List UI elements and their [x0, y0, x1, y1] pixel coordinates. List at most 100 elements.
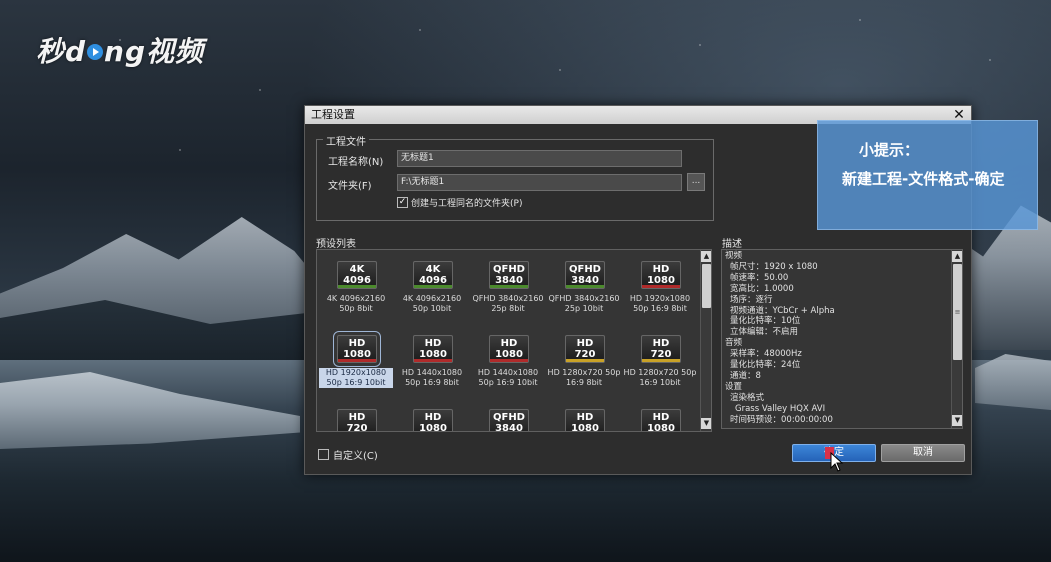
- description-line: Grass Valley HQX AVI: [735, 403, 826, 414]
- desc-scroll-up-icon[interactable]: ▲: [952, 251, 962, 262]
- logo-text-start: 秒d: [36, 35, 87, 68]
- project-file-legend: 工程文件: [323, 133, 369, 148]
- folder-label: 文件夹(F): [328, 181, 372, 192]
- preset-caption-line: HD 1280x720 50p: [623, 368, 697, 377]
- description-line: 场序：逐行: [730, 294, 773, 305]
- preset-item[interactable]: QFHD 3840 QFHD 3840x2160 25p 8bit: [471, 254, 545, 324]
- description-panel: ▲ ≡ ▼ 视频 帧尺寸：1920 x 1080 帧速率：50.00 宽高比：1.00…: [721, 249, 963, 429]
- desc-scroll-thumb[interactable]: ≡: [953, 264, 962, 360]
- preset-icon-top: HD: [652, 338, 670, 349]
- preset-item[interactable]: HD 720 HD 1280x720 50p 16:9 8bit: [547, 328, 621, 398]
- preset-caption: 4K 4096x2160 50p 8bit: [319, 294, 393, 314]
- description-line: 帧尺寸：1920 x 1080: [730, 261, 818, 272]
- preset-format-icon: HD 1080: [641, 409, 681, 432]
- preset-caption-line: 50p 8bit: [339, 304, 373, 313]
- description-line: 渲染格式: [730, 392, 765, 403]
- preset-format-icon: HD 720: [641, 335, 681, 363]
- preset-icon-top: HD: [652, 264, 670, 275]
- preset-item[interactable]: QFHD 3840 QFHD 3840x2160 25p 10bit: [547, 254, 621, 324]
- preset-item[interactable]: HD 720: [319, 402, 393, 432]
- tip-overlay: 小提示： 新建工程-文件格式-确定: [817, 120, 1038, 230]
- preset-icon-top: HD: [652, 412, 670, 423]
- preset-icon-top: QFHD: [568, 264, 601, 275]
- preset-caption: QFHD 3840x2160 25p 10bit: [547, 294, 621, 314]
- preset-color-stripe: [490, 359, 528, 362]
- preset-item[interactable]: HD 1080 HD 1920x1080 50p 16:9 10bit: [319, 328, 393, 398]
- preset-item[interactable]: HD 1080: [395, 402, 469, 432]
- preset-caption-line: 4K 4096x2160: [402, 294, 462, 303]
- preset-caption: HD 1920x1080 50p 16:9 8bit: [623, 294, 697, 314]
- preset-color-stripe: [642, 359, 680, 362]
- description-line: 音频: [725, 338, 743, 349]
- description-line: 帧速率：50.00: [730, 272, 789, 283]
- preset-list[interactable]: ▲ ▼ 4K 4096 4K 4096x2160 50p 8bit 4K 4096 4K 4…: [316, 249, 712, 432]
- preset-icon-bottom: 1080: [571, 423, 599, 432]
- preset-icon-top: HD: [348, 338, 366, 349]
- desc-scroll-down-icon[interactable]: ▼: [952, 415, 962, 426]
- preset-caption-line: 50p 10bit: [412, 304, 452, 313]
- preset-color-stripe: [642, 285, 680, 288]
- preset-caption: HD 1440x1080 50p 16:9 8bit: [395, 368, 469, 388]
- cancel-button[interactable]: 取消: [881, 444, 965, 462]
- preset-icon-bottom: 720: [346, 423, 368, 432]
- preset-item[interactable]: QFHD 3840: [471, 402, 545, 431]
- tip-title: 小提示：: [859, 141, 920, 159]
- preset-format-icon: HD 1080: [565, 409, 605, 432]
- preset-list-label: 预设列表: [316, 239, 356, 250]
- preset-item[interactable]: HD 1080 HD 1440x1080 50p 16:9 8bit: [395, 328, 469, 398]
- project-file-group: 工程文件 工程名称(N) 无标题1 文件夹(F) F:\无标题1 ... ✓ 创…: [316, 133, 714, 221]
- preset-color-stripe: [338, 285, 376, 288]
- preset-item[interactable]: 4K 4096 4K 4096x2160 50p 8bit: [319, 254, 393, 324]
- preset-caption-line: 16:9 8bit: [565, 378, 603, 387]
- preset-item[interactable]: 4K 4096 4K 4096x2160 50p 10bit: [395, 254, 469, 324]
- preset-caption-line: QFHD 3840x2160: [472, 294, 544, 303]
- preset-caption-line: 4K 4096x2160: [326, 294, 386, 303]
- preset-item[interactable]: HD 1080 HD 1920x1080 50p 16:9 8bit: [623, 254, 697, 324]
- preset-icon-top: 4K: [425, 264, 441, 275]
- description-line: 宽高比：1.0000: [730, 283, 794, 294]
- preset-caption-line: HD 1440x1080: [477, 368, 539, 377]
- preset-item[interactable]: HD 1080: [547, 402, 621, 432]
- description-line: 通道：8: [730, 370, 761, 381]
- description-scrollbar[interactable]: ▲ ≡ ▼: [951, 250, 962, 428]
- description-line: 量化比特率：24位: [730, 360, 801, 370]
- browse-button[interactable]: ...: [687, 173, 705, 191]
- description-line: 立体编辑：不启用: [730, 327, 799, 338]
- create-folder-label: 创建与工程同名的文件夹(P): [411, 199, 523, 209]
- preset-caption-line: HD 1920x1080: [325, 368, 387, 377]
- dialog-title: 工程设置: [311, 108, 355, 121]
- preset-icon-top: HD: [576, 338, 594, 349]
- scroll-thumb[interactable]: [702, 264, 711, 308]
- preset-icon-top: QFHD: [492, 264, 525, 275]
- create-folder-checkbox[interactable]: ✓: [397, 197, 408, 208]
- play-icon: [87, 44, 104, 60]
- preset-list-scrollbar[interactable]: ▲ ▼: [700, 250, 711, 431]
- custom-checkbox[interactable]: [318, 449, 329, 460]
- custom-label: 自定义(C): [333, 451, 378, 462]
- preset-item[interactable]: HD 720 HD 1280x720 50p 16:9 10bit: [623, 328, 697, 398]
- preset-icon-bottom: 1080: [647, 423, 675, 432]
- preset-caption: HD 1920x1080 50p 16:9 10bit: [319, 368, 393, 388]
- preset-item[interactable]: HD 1080: [623, 402, 697, 432]
- scroll-up-icon[interactable]: ▲: [701, 251, 711, 262]
- folder-field[interactable]: F:\无标题1: [397, 174, 682, 191]
- tip-body: 新建工程-文件格式-确定: [842, 170, 1005, 188]
- preset-caption-line: 25p 8bit: [491, 304, 525, 313]
- preset-icon-top: HD: [348, 412, 366, 423]
- preset-icon-bottom: 1080: [419, 423, 447, 432]
- preset-color-stripe: [566, 359, 604, 362]
- preset-format-icon: HD 1080: [641, 261, 681, 289]
- preset-caption: HD 1440x1080 50p 16:9 10bit: [471, 368, 545, 388]
- scroll-down-icon[interactable]: ▼: [701, 418, 711, 429]
- preset-caption-line: 50p 16:9 8bit: [633, 304, 687, 313]
- preset-color-stripe: [338, 359, 376, 362]
- preset-color-stripe: [414, 359, 452, 362]
- project-name-field[interactable]: 无标题1: [397, 150, 682, 167]
- preset-item[interactable]: HD 1080 HD 1440x1080 50p 16:9 10bit: [471, 328, 545, 398]
- preset-format-icon: HD 720: [337, 409, 377, 432]
- description-line: 时间码预设：00:00:00:00: [730, 414, 833, 425]
- preset-format-icon: HD 1080: [489, 335, 529, 363]
- preset-caption-line: HD 1280x720 50p: [547, 368, 621, 377]
- mouse-cursor-icon: [830, 452, 844, 472]
- preset-format-icon: HD 1080: [333, 331, 381, 367]
